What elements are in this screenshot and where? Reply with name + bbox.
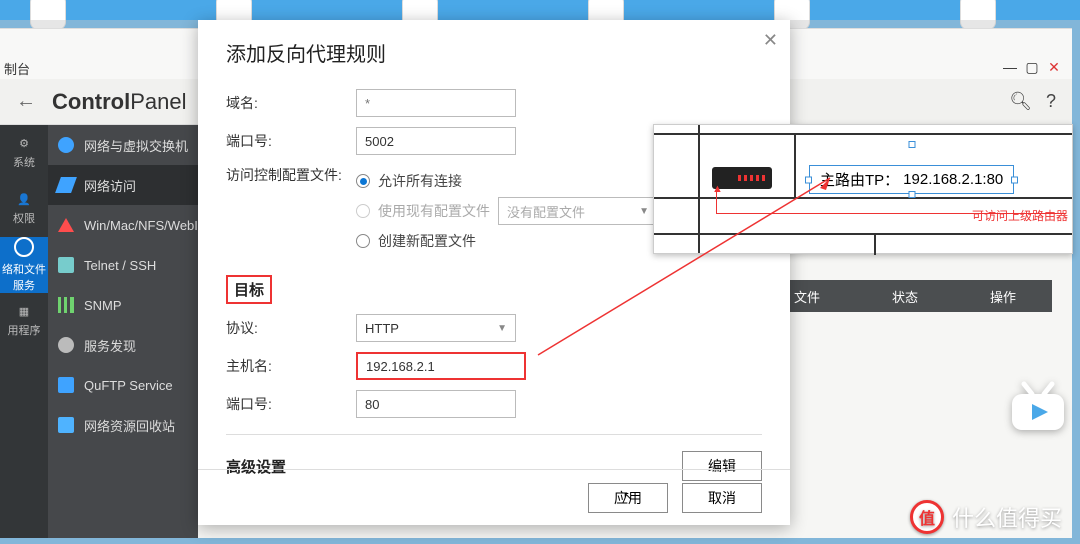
apply-button[interactable]: 应用↖: [588, 483, 668, 513]
close-icon[interactable]: ✕: [1046, 59, 1062, 75]
domain-label: 域名:: [226, 93, 356, 113]
globe-icon: [58, 137, 74, 153]
sidebar-item-vswitch[interactable]: 网络与虚拟交换机: [48, 125, 198, 165]
network-diagram: 主路由TP：192.168.2.1:80 ▲ 可访问上级路由器: [653, 124, 1073, 254]
chevron-down-icon: ▼: [497, 323, 507, 334]
rail-item-system[interactable]: ⚙系统: [0, 125, 48, 181]
target-port-label: 端口号:: [226, 394, 356, 414]
target-section-title: 目标: [226, 275, 762, 304]
rail-item-network-services[interactable]: 络和文件 服务: [0, 237, 48, 293]
net-icon: [55, 177, 77, 193]
sidebar-item-discovery[interactable]: 服务发现: [48, 325, 198, 365]
radar-icon: [58, 337, 74, 353]
terminal-icon: [58, 257, 74, 273]
watermark: 值 什么值得买: [910, 500, 1062, 534]
cursor-icon: ↖: [623, 489, 633, 503]
triangle-icon: [58, 218, 74, 232]
user-icon: 👤: [17, 193, 31, 206]
radio-icon: [356, 174, 370, 188]
maximize-icon[interactable]: ▢: [1024, 59, 1040, 75]
cancel-button[interactable]: 取消: [682, 483, 762, 513]
col-action: 操作: [954, 287, 1052, 306]
globe-icon: [14, 237, 34, 257]
host-label: 主机名:: [226, 356, 356, 376]
sidebar-item-fileprotocols[interactable]: Win/Mac/NFS/WebI: [48, 205, 198, 245]
watermark-badge: 值: [910, 500, 944, 534]
window-controls: — ▢ ✕: [1002, 59, 1062, 75]
col-status: 状态: [856, 287, 954, 306]
left-rail: ⚙系统 👤权限 络和文件 服务 ▦用程序: [0, 125, 48, 538]
radio-icon: [356, 234, 370, 248]
sidebar-item-snmp[interactable]: SNMP: [48, 285, 198, 325]
protocol-select[interactable]: HTTP▼: [356, 314, 516, 342]
radio-icon: [356, 204, 370, 218]
back-icon[interactable]: ←: [16, 90, 36, 113]
sidebar-item-netaccess[interactable]: 网络访问: [48, 165, 198, 205]
bars-icon: [58, 297, 74, 313]
port-input[interactable]: [356, 127, 516, 155]
sidebar-item-quftp[interactable]: QuFTP Service: [48, 365, 198, 405]
target-port-input[interactable]: [356, 390, 516, 418]
window-title-fragment: 制台: [4, 59, 30, 78]
ftp-icon: [58, 377, 74, 393]
minimize-icon[interactable]: —: [1002, 59, 1018, 75]
help-icon[interactable]: ?: [1046, 91, 1056, 112]
close-icon[interactable]: ✕: [763, 30, 778, 51]
router-label: 主路由TP：192.168.2.1:80: [809, 165, 1014, 194]
reverse-proxy-dialog: ✕ 添加反向代理规则 域名: 端口号: 访问控制配置文件: 允许所有连接 使用现…: [198, 20, 790, 525]
diagram-note: 可访问上级路由器: [972, 207, 1068, 224]
search-icon[interactable]: 🔍︎: [1009, 91, 1032, 112]
trash-icon: [58, 417, 74, 433]
acl-label: 访问控制配置文件:: [226, 165, 356, 185]
system-tray: [0, 0, 1080, 18]
port-label: 端口号:: [226, 131, 356, 151]
sidebar-item-recycle[interactable]: 网络资源回收站: [48, 405, 198, 445]
page-title: ControlPanel: [52, 89, 186, 115]
video-icon[interactable]: [1006, 380, 1070, 434]
dialog-title: 添加反向代理规则: [198, 20, 790, 71]
table-header: 文件 状态 操作: [758, 280, 1052, 312]
host-input[interactable]: [356, 352, 526, 380]
existing-profile-select: 没有配置文件▼: [498, 197, 658, 225]
arrow-up-icon: ▲: [712, 183, 723, 195]
sidebar: 网络与虚拟交换机 网络访问 Win/Mac/NFS/WebI Telnet / …: [48, 125, 198, 538]
sidebar-item-telnet[interactable]: Telnet / SSH: [48, 245, 198, 285]
apps-icon: ▦: [19, 305, 29, 318]
chevron-down-icon: ▼: [639, 206, 649, 217]
rail-item-apps[interactable]: ▦用程序: [0, 293, 48, 349]
protocol-label: 协议:: [226, 318, 356, 338]
gear-icon: ⚙: [19, 137, 29, 150]
domain-input[interactable]: [356, 89, 516, 117]
watermark-text: 什么值得买: [952, 501, 1062, 533]
rail-item-permission[interactable]: 👤权限: [0, 181, 48, 237]
